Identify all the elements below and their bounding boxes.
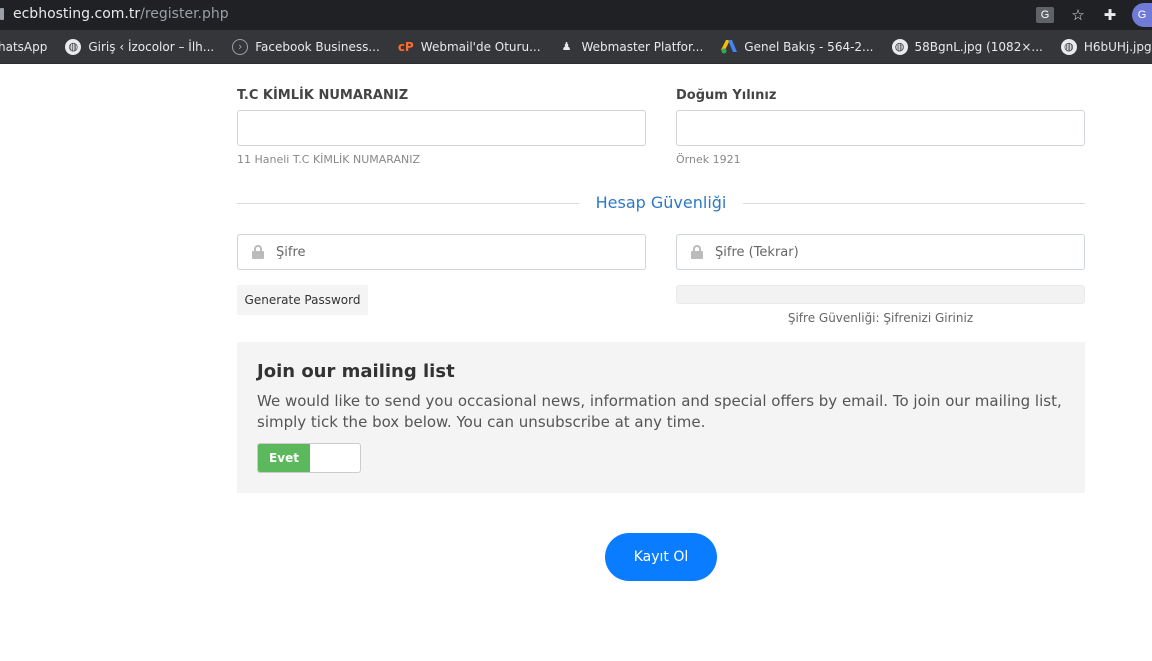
globe-icon: ◍	[1060, 38, 1077, 55]
url-path: /register.php	[140, 6, 229, 22]
webmaster-icon: ♟	[561, 40, 572, 53]
tc-input[interactable]	[237, 110, 646, 146]
profile-avatar[interactable]: G	[1132, 3, 1152, 27]
birth-year-input[interactable]	[676, 110, 1085, 146]
bookmark-facebook-business[interactable]: › Facebook Business...	[232, 38, 380, 55]
password-strength-text: Şifre Güvenliği: Şifrenizi Giriniz	[787, 311, 974, 325]
mailing-description: We would like to send you occasional new…	[257, 392, 1062, 431]
tc-hint: 11 Haneli T.C KİMLİK NUMARANIZ	[237, 153, 420, 166]
birth-year-label: Doğum Yılınız	[676, 88, 777, 103]
divider-right	[743, 203, 1085, 204]
cpanel-icon: cP	[397, 39, 414, 54]
bookmark-izocolor[interactable]: ◍ Giriş ‹ İzocolor – İlh...	[65, 38, 215, 55]
generate-password-button[interactable]: Generate Password	[237, 285, 368, 315]
globe-icon: ◍	[65, 38, 82, 55]
bookmark-webmaster[interactable]: ♟ Webmaster Platfor...	[559, 39, 704, 55]
password-placeholder: Şifre	[276, 244, 306, 260]
tc-label: T.C KİMLİK NUMARANIZ	[237, 88, 409, 103]
password-repeat-input[interactable]: Şifre (Tekrar)	[676, 234, 1085, 270]
bookmark-h6buhj[interactable]: ◍ H6bUHj.jpg (1082×...	[1060, 38, 1152, 55]
bookmark-label: H6bUHj.jpg (1082×...	[1083, 39, 1152, 54]
bookmark-label: hatsApp	[0, 39, 48, 54]
globe-icon: ◍	[891, 38, 908, 55]
lock-icon	[691, 245, 703, 259]
bookmark-label: Genel Bakış - 564-2...	[744, 39, 874, 54]
bookmark-58bgnl[interactable]: ◍ 58BgnL.jpg (1082×...	[891, 38, 1043, 55]
toggle-on-label: Evet	[258, 444, 310, 472]
birth-year-hint: Örnek 1921	[676, 153, 741, 166]
lock-icon	[0, 8, 4, 20]
mailing-toggle[interactable]: Evet	[257, 443, 361, 473]
url-host: ecbhosting.com.tr	[13, 6, 141, 22]
bookmark-label: Webmail'de Oturu...	[420, 39, 541, 54]
password-input[interactable]: Şifre	[237, 234, 646, 270]
star-icon[interactable]: ☆	[1066, 3, 1090, 27]
bookmark-webmail[interactable]: cP Webmail'de Oturu...	[398, 39, 541, 55]
facebook-icon: ›	[232, 38, 249, 55]
bookmark-google-ads[interactable]: Genel Bakış - 564-2...	[721, 39, 874, 55]
translate-icon[interactable]: G	[1036, 7, 1054, 23]
lock-icon	[252, 245, 264, 259]
section-title: Hesap Güvenliği	[595, 193, 727, 212]
password-repeat-placeholder: Şifre (Tekrar)	[715, 244, 799, 260]
browser-address-bar: ecbhosting.com.tr/register.php G ☆ ✚ G	[0, 0, 1152, 30]
google-ads-icon	[721, 39, 738, 55]
bookmark-label: Giriş ‹ İzocolor – İlh...	[88, 39, 215, 54]
password-strength-bar	[676, 285, 1085, 304]
bookmark-whatsapp[interactable]: hatsApp	[0, 40, 47, 54]
register-button[interactable]: Kayıt Ol	[605, 533, 717, 581]
bookmark-label: Webmaster Platfor...	[581, 39, 704, 54]
divider-left	[237, 203, 579, 204]
mailing-title: Join our mailing list	[257, 361, 455, 382]
bookmark-label: Facebook Business...	[255, 39, 380, 54]
bookmarks-bar: hatsApp ◍ Giriş ‹ İzocolor – İlh... › Face…	[0, 30, 1152, 64]
extensions-icon[interactable]: ✚	[1098, 3, 1122, 27]
bookmark-label: 58BgnL.jpg (1082×...	[914, 39, 1043, 54]
mailing-list-panel: Join our mailing list We would like to s…	[237, 342, 1085, 493]
url-field[interactable]: ecbhosting.com.tr/register.php	[13, 6, 229, 22]
